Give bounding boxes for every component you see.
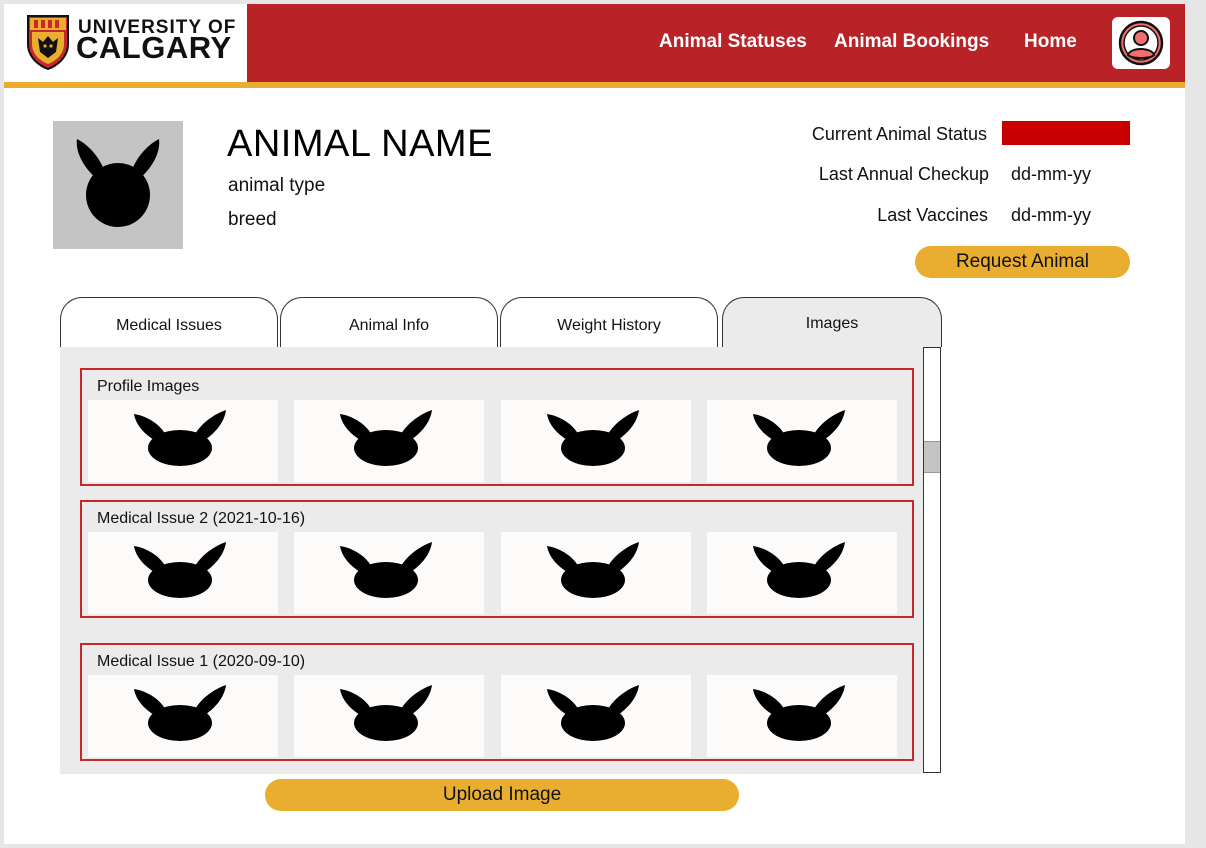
animal-silhouette-icon (340, 410, 432, 466)
image-thumbnail[interactable] (501, 532, 691, 614)
image-thumbnail[interactable] (707, 532, 897, 614)
animal-type: animal type (228, 175, 326, 196)
image-thumbnail[interactable] (501, 400, 691, 482)
upload-image-button[interactable]: Upload Image (265, 779, 739, 811)
last-vaccines-label: Last Vaccines (877, 205, 988, 225)
image-thumbnail[interactable] (294, 675, 484, 757)
nav-home[interactable]: Home (1024, 31, 1077, 53)
tab-images[interactable]: Images (722, 297, 942, 347)
scrollbar-thumb[interactable] (924, 441, 940, 473)
animal-silhouette-icon (134, 542, 226, 598)
gallery-medical-issue-2: Medical Issue 2 (2021-10-16) (80, 500, 914, 618)
animal-photo (53, 121, 183, 249)
animal-silhouette-icon (753, 542, 845, 598)
image-thumbnail[interactable] (501, 675, 691, 757)
last-checkup-value: dd-mm-yy (1011, 164, 1091, 184)
nav-animal-bookings[interactable]: Animal Bookings (834, 31, 989, 53)
animal-silhouette-icon (76, 139, 160, 227)
image-thumbnail[interactable] (707, 400, 897, 482)
gallery-medical-issue-1: Medical Issue 1 (2020-09-10) (80, 643, 914, 761)
university-logo[interactable]: UNIVERSITY OF CALGARY (4, 4, 247, 82)
current-status-indicator (1002, 121, 1130, 145)
last-checkup-label: Last Annual Checkup (818, 164, 989, 184)
current-status-label: Current Animal Status (811, 124, 987, 144)
animal-silhouette-icon (547, 410, 639, 466)
nav-animal-statuses[interactable]: Animal Statuses (659, 31, 807, 53)
image-thumbnail[interactable] (88, 675, 278, 757)
tab-medical-issues[interactable]: Medical Issues (60, 297, 278, 347)
last-vaccines-value: dd-mm-yy (1011, 205, 1091, 225)
animal-silhouette-icon (547, 542, 639, 598)
animal-silhouette-icon (547, 685, 639, 741)
gallery-title: Medical Issue 2 (2021-10-16) (97, 510, 306, 527)
image-thumbnail[interactable] (88, 400, 278, 482)
animal-silhouette-icon (340, 542, 432, 598)
animal-silhouette-icon (134, 410, 226, 466)
university-crest-icon (27, 15, 69, 70)
profile-button[interactable] (1112, 17, 1170, 69)
animal-silhouette-icon (340, 685, 432, 741)
image-thumbnail[interactable] (294, 532, 484, 614)
logo-text-line2: CALGARY (76, 30, 232, 65)
animal-name: ANIMAL NAME (227, 123, 493, 165)
top-nav-bar: UNIVERSITY OF CALGARY Animal Statuses An… (4, 4, 1185, 82)
tab-weight-history[interactable]: Weight History (500, 297, 718, 347)
animal-breed: breed (228, 209, 277, 230)
gallery-profile-images: Profile Images (80, 368, 914, 486)
header-accent-stripe (4, 82, 1185, 88)
gallery-title: Medical Issue 1 (2020-09-10) (97, 653, 306, 670)
image-thumbnail[interactable] (707, 675, 897, 757)
animal-silhouette-icon (753, 685, 845, 741)
tab-animal-info[interactable]: Animal Info (280, 297, 498, 347)
gallery-title: Profile Images (97, 378, 200, 395)
request-animal-button[interactable]: Request Animal (915, 246, 1130, 278)
user-avatar-icon (1118, 20, 1164, 66)
animal-silhouette-icon (753, 410, 845, 466)
page: UNIVERSITY OF CALGARY Animal Statuses An… (4, 4, 1185, 844)
images-scrollbar[interactable] (923, 347, 941, 773)
animal-silhouette-icon (134, 685, 226, 741)
image-thumbnail[interactable] (88, 532, 278, 614)
image-thumbnail[interactable] (294, 400, 484, 482)
